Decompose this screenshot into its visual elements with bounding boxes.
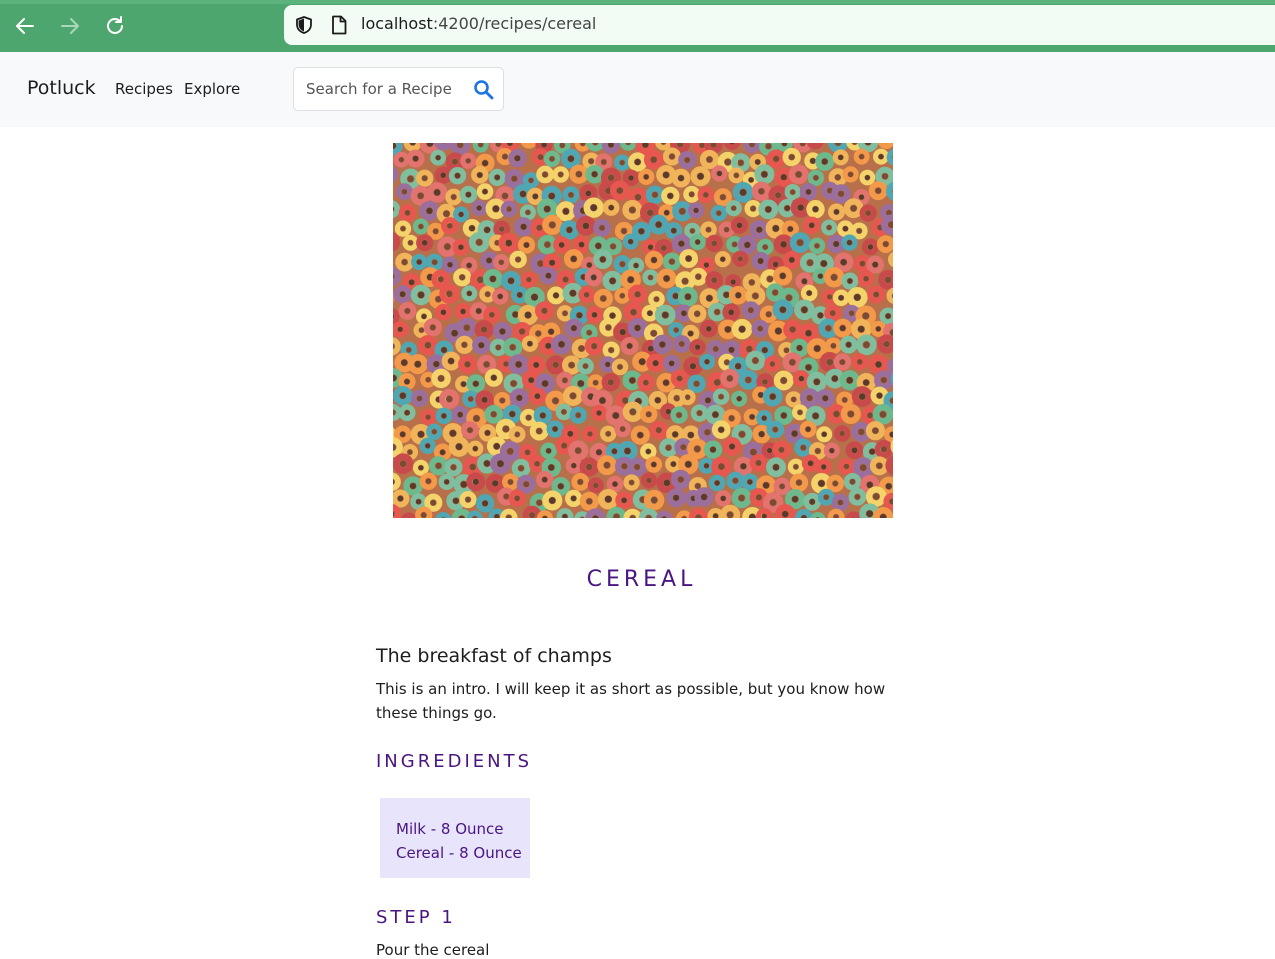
- reload-button[interactable]: [101, 12, 129, 40]
- browser-top-strip: [0, 0, 1275, 4]
- ingredient-item: Milk - 8 Ounce: [396, 817, 530, 841]
- search-input[interactable]: [295, 69, 465, 109]
- nav-link-recipes[interactable]: Recipes: [115, 80, 173, 98]
- brand-link[interactable]: Potluck: [27, 77, 96, 99]
- step-heading: STEP 1: [376, 907, 456, 928]
- recipe-title: CEREAL: [0, 567, 1275, 592]
- ingredients-list: Milk - 8 Ounce Cereal - 8 Ounce: [380, 798, 530, 878]
- url-path: :4200/recipes/cereal: [433, 14, 597, 33]
- reload-icon: [104, 15, 126, 37]
- step-text: Pour the cereal: [376, 941, 489, 959]
- nav-link-explore[interactable]: Explore: [184, 80, 240, 98]
- back-button[interactable]: [11, 12, 39, 40]
- url-text[interactable]: localhost:4200/recipes/cereal: [361, 14, 596, 33]
- recipe-image: [393, 143, 893, 518]
- ingredient-item: Cereal - 8 Ounce: [396, 841, 530, 865]
- browser-toolbar: localhost:4200/recipes/cereal: [0, 0, 1275, 52]
- recipe-intro: This is an intro. I will keep it as shor…: [376, 677, 906, 725]
- search-form: [293, 67, 504, 111]
- ingredients-heading: INGREDIENTS: [376, 751, 532, 772]
- url-host: localhost: [361, 14, 433, 33]
- forward-button[interactable]: [56, 12, 84, 40]
- arrow-left-icon: [14, 15, 36, 37]
- address-bar[interactable]: localhost:4200/recipes/cereal: [284, 5, 1275, 45]
- cereal-photo: [393, 143, 893, 518]
- search-icon: [472, 78, 496, 102]
- app-navbar: Potluck Recipes Explore: [0, 52, 1275, 127]
- page-icon[interactable]: [330, 15, 348, 35]
- search-button[interactable]: [472, 78, 496, 102]
- recipe-subtitle: The breakfast of champs: [376, 645, 612, 667]
- arrow-right-icon: [59, 15, 81, 37]
- shield-icon[interactable]: [294, 15, 314, 35]
